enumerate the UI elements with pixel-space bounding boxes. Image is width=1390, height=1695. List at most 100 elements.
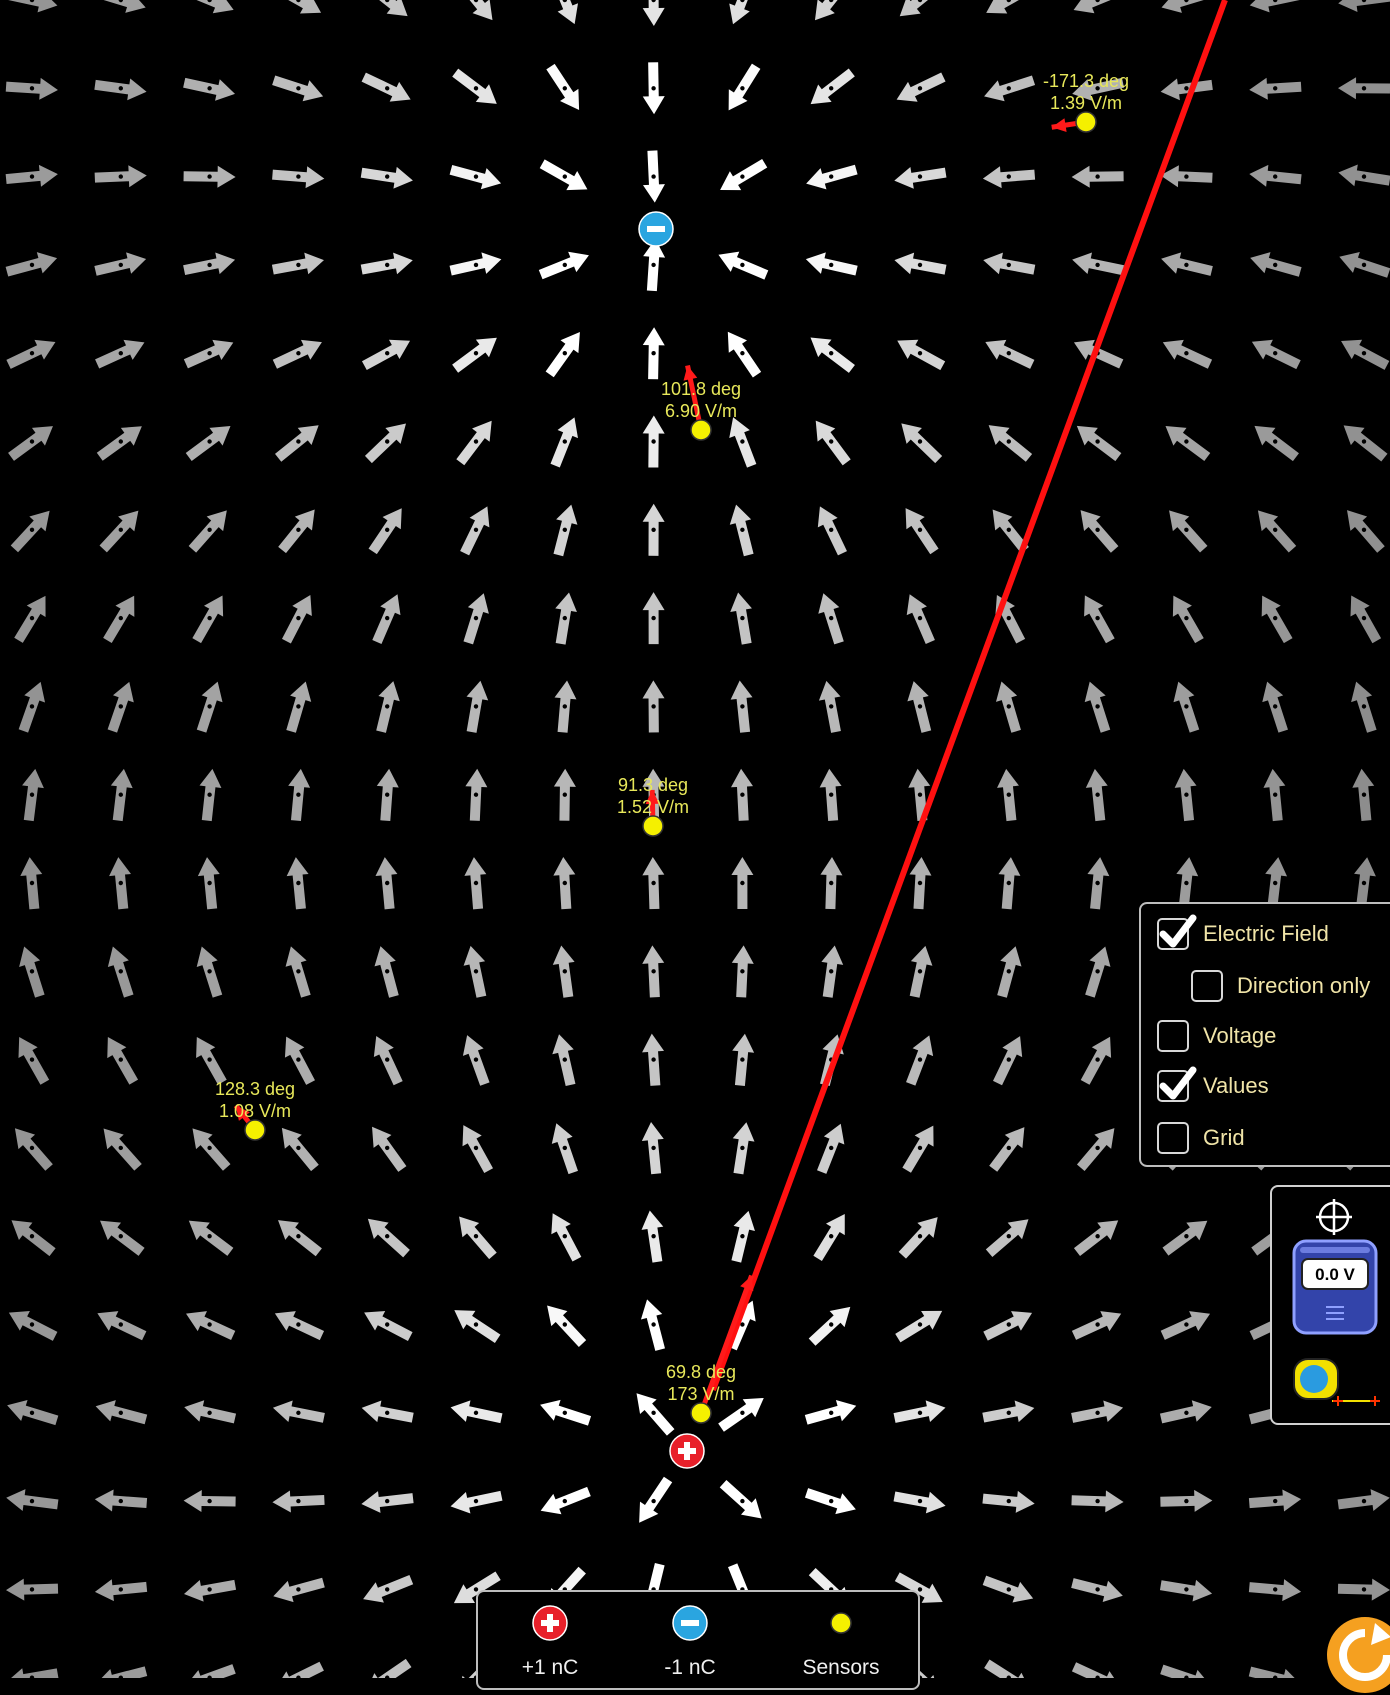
sensor-source[interactable]: [830, 1612, 852, 1634]
voltmeter-icon[interactable]: [1292, 1239, 1378, 1335]
electric-field-canvas[interactable]: [0, 0, 1390, 1678]
negative-charge[interactable]: [638, 211, 674, 247]
field-arrow: [1160, 1664, 1212, 1678]
field-arrow: [10, 510, 50, 553]
field-arrow: [814, 0, 852, 21]
voltage-checkbox[interactable]: [1157, 1020, 1189, 1052]
grid-checkbox[interactable]: [1157, 1122, 1189, 1154]
sensor[interactable]: [230, 1101, 266, 1141]
values-checkbox[interactable]: [1157, 1066, 1197, 1102]
field-arrow: [906, 1035, 934, 1086]
crosshair-icon[interactable]: [1316, 1199, 1352, 1235]
field-arrow: [538, 251, 589, 280]
sensor[interactable]: [642, 789, 664, 837]
voltage-label: Voltage: [1203, 1023, 1277, 1048]
field-arrow: [273, 0, 322, 14]
field-arrow: [732, 1033, 755, 1086]
sensor[interactable]: [681, 364, 712, 441]
field-arrow: [1249, 0, 1302, 13]
field-arrow: [550, 417, 578, 468]
field-arrow: [375, 857, 398, 910]
field-arrow: [729, 417, 757, 468]
field-arrow: [452, 68, 497, 104]
field-arrow: [539, 159, 588, 191]
field-arrow: [462, 1035, 490, 1086]
field-arrow: [820, 857, 843, 910]
direction-only-checkbox-row[interactable]: Direction only: [1191, 970, 1370, 1002]
field-arrow: [449, 164, 502, 190]
positive-charge[interactable]: [669, 1433, 705, 1469]
values-label: Values: [1203, 1073, 1269, 1098]
field-arrow: [22, 768, 44, 822]
field-arrow: [107, 681, 134, 733]
direction-only-checkbox[interactable]: [1191, 970, 1223, 1002]
field-arrow: [281, 595, 312, 644]
field-arrow: [719, 1479, 762, 1519]
field-arrow: [459, 1216, 497, 1260]
field-arrow: [985, 1219, 1029, 1257]
field-arrow: [360, 252, 413, 275]
field-arrow: [184, 1579, 237, 1602]
field-arrow: [188, 1220, 234, 1256]
field-arrow: [1159, 1579, 1213, 1602]
field-arrow: [286, 681, 312, 733]
electric-field-checkbox-row[interactable]: Electric Field: [1157, 914, 1329, 950]
field-arrow: [553, 504, 578, 557]
field-arrow: [185, 426, 231, 461]
field-arrow: [110, 768, 133, 822]
field-arrow: [449, 252, 502, 276]
values-checkbox-row[interactable]: Values: [1157, 1066, 1269, 1102]
field-arrow: [985, 339, 1035, 369]
negative-charge-label: -1 nC: [664, 1656, 716, 1679]
tape-measure-line[interactable]: [710, 0, 1228, 1392]
field-arrow: [94, 252, 147, 276]
field-arrow: [1338, 0, 1390, 12]
field-arrow: [642, 945, 665, 998]
reset-button[interactable]: [1325, 1615, 1390, 1695]
field-arrow: [183, 77, 235, 101]
field-arrow: [1338, 164, 1390, 187]
field-arrow: [1084, 595, 1115, 644]
field-arrow: [902, 1125, 934, 1173]
sensor-dot: [690, 419, 712, 441]
sensor-dot: [690, 1402, 712, 1424]
field-arrow: [463, 945, 487, 998]
sensor[interactable]: [1051, 111, 1097, 134]
field-arrow: [806, 164, 858, 190]
field-arrow: [5, 0, 58, 13]
field-arrow: [271, 252, 324, 275]
field-arrow: [988, 425, 1033, 462]
field-arrow: [367, 1218, 410, 1258]
field-arrow: [982, 1575, 1034, 1603]
field-arrow: [274, 1311, 325, 1341]
voltage-checkbox-row[interactable]: Voltage: [1157, 1020, 1276, 1052]
field-arrow: [642, 1033, 665, 1086]
electric-field-checkbox[interactable]: [1157, 914, 1197, 950]
field-arrow: [1248, 1666, 1301, 1678]
field-arrow: [1248, 1579, 1302, 1602]
field-arrow: [455, 0, 493, 21]
field-arrow: [278, 509, 315, 554]
field-arrow: [995, 681, 1021, 733]
field-arrow: [642, 415, 665, 468]
field-arrow: [18, 681, 46, 733]
field-arrow: [185, 1664, 236, 1678]
field-arrow: [97, 1311, 147, 1341]
field-arrow: [894, 252, 947, 275]
field-arrow: [372, 594, 401, 644]
negative-charge-source[interactable]: [672, 1605, 708, 1641]
field-arrow: [909, 857, 932, 910]
field-arrow: [818, 593, 844, 645]
positive-charge-source[interactable]: [532, 1605, 568, 1641]
field-arrow: [199, 768, 222, 822]
field-arrow: [641, 1122, 664, 1175]
field-arrow: [642, 0, 665, 26]
field-arrow: [463, 593, 489, 645]
field-arrow: [992, 509, 1029, 554]
field-arrow: [815, 420, 851, 466]
field-arrow: [554, 680, 577, 733]
tape-measure-icon[interactable]: [1293, 1358, 1380, 1406]
grid-checkbox-row[interactable]: Grid: [1157, 1122, 1245, 1154]
field-arrow: [731, 768, 753, 821]
field-arrow: [281, 1127, 319, 1172]
